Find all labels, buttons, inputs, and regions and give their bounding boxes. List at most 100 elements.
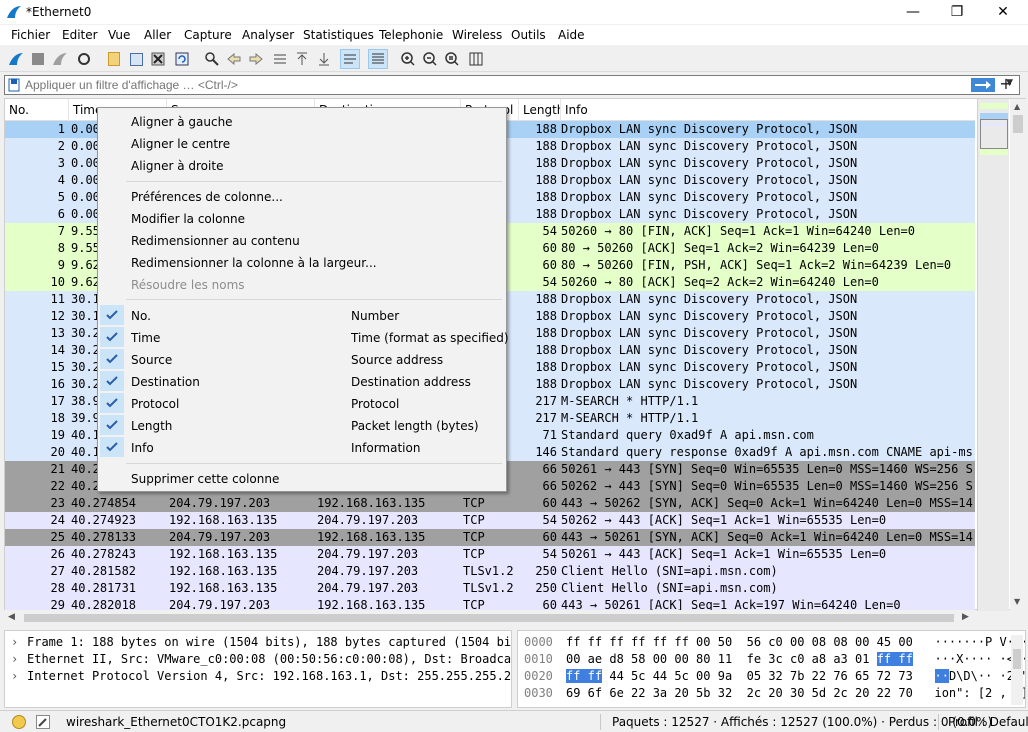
expand-arrow-icon[interactable]: › <box>11 635 27 649</box>
stop-capture-icon[interactable] <box>28 49 48 69</box>
table-row[interactable]: 26 40.278243 192.168.163.135 204.79.197.203… <box>5 546 975 563</box>
menu-resolve-names: Résoudre les noms <box>131 278 245 292</box>
menu-fichier[interactable]: Fichier <box>11 28 50 42</box>
expert-info-icon[interactable] <box>12 715 26 729</box>
menu-separator <box>126 463 502 464</box>
cell-no: 5 <box>57 190 65 204</box>
zoom-reset-icon[interactable] <box>442 49 462 69</box>
menu-column-toggle-time[interactable]: Time <box>131 331 160 345</box>
details-tree-item[interactable]: › Ethernet II, Src: VMware_c0:00:08 (00:5… <box>11 652 511 666</box>
start-capture-icon[interactable] <box>6 49 26 69</box>
bookmark-icon[interactable] <box>7 78 21 92</box>
close-file-icon[interactable] <box>148 49 168 69</box>
go-first-icon[interactable] <box>292 49 312 69</box>
reload-file-icon[interactable] <box>172 49 192 69</box>
packet-list-vertical-scrollbar[interactable]: ▲ ▼ <box>1010 99 1026 611</box>
save-file-icon[interactable] <box>126 49 146 69</box>
cell-info: 80 → 50260 [ACK] Seq=1 Ack=2 Win=64239 L… <box>561 241 879 255</box>
table-row[interactable]: 25 40.278133 204.79.197.203 192.168.163.135… <box>5 529 975 546</box>
restart-capture-icon[interactable] <box>50 49 70 69</box>
minimize-button[interactable]: — <box>890 0 936 24</box>
menu-vue[interactable]: Vue <box>108 28 130 42</box>
packet-details-pane[interactable]: › Frame 1: 188 bytes on wire (1504 bits),… <box>4 630 512 708</box>
bytes-line: 0030 69 6f 6e 22 3a 20 5b 32 2c 20 30 5d … <box>524 686 1025 700</box>
menu-align-left[interactable]: Aligner à gauche <box>131 115 233 129</box>
table-row[interactable]: 23 40.274854 204.79.197.203 192.168.163.135… <box>5 495 975 512</box>
cell-info: M-SEARCH * HTTP/1.1 <box>561 411 699 425</box>
menu-column-desc: Source address <box>351 353 444 367</box>
menu-column-toggle-info[interactable]: Info <box>131 441 154 455</box>
display-filter-input[interactable] <box>25 77 945 93</box>
cell-no: 1 <box>57 122 65 136</box>
menu-capture[interactable]: Capture <box>184 28 232 42</box>
column-header-no[interactable]: No. <box>5 99 69 121</box>
menu-outils[interactable]: Outils <box>511 28 546 42</box>
hex-bytes: 69 6f 6e 22 3a 20 5b 32 <box>566 686 733 700</box>
cell-length: 217 <box>535 394 557 408</box>
cell-info: Dropbox LAN sync Discovery Protocol, JSO… <box>561 207 858 221</box>
capture-comment-icon[interactable] <box>36 715 50 729</box>
close-button[interactable]: ✕ <box>980 0 1026 24</box>
menu-column-toggle-source[interactable]: Source <box>131 353 172 367</box>
go-forward-icon[interactable] <box>246 49 266 69</box>
capture-options-icon[interactable] <box>74 49 94 69</box>
zoom-in-icon[interactable] <box>398 49 418 69</box>
table-row[interactable]: 28 40.281731 192.168.163.135 204.79.197.203… <box>5 580 975 597</box>
ascii-bytes-highlight: ·· <box>934 669 949 683</box>
menu-analyser[interactable]: Analyser <box>242 28 294 42</box>
open-file-icon[interactable] <box>104 49 124 69</box>
check-icon <box>100 371 124 391</box>
cell-length: 60 <box>542 496 557 510</box>
menu-aide[interactable]: Aide <box>558 28 585 42</box>
menu-wireless[interactable]: Wireless <box>452 28 502 42</box>
column-header-length[interactable]: Length <box>519 99 561 121</box>
menu-column-toggle-destination[interactable]: Destination <box>131 375 200 389</box>
apply-filter-arrow-icon[interactable] <box>971 78 995 92</box>
cell-no: 18 <box>50 411 65 425</box>
menu-aller[interactable]: Aller <box>144 28 171 42</box>
packet-minimap[interactable] <box>977 99 1009 611</box>
zoom-out-icon[interactable] <box>420 49 440 69</box>
menu-column-toggle-protocol[interactable]: Protocol <box>131 397 179 411</box>
menu-column-toggle-no[interactable]: No. <box>131 309 151 323</box>
table-row[interactable]: 27 40.281582 192.168.163.135 204.79.197.203… <box>5 563 975 580</box>
add-filter-button[interactable]: + <box>996 73 1016 95</box>
packet-list-horizontal-scrollbar[interactable]: ◀ ▶ <box>4 610 974 626</box>
menu-resize-to-contents[interactable]: Redimensionner au contenu <box>131 234 300 248</box>
expand-arrow-icon[interactable]: › <box>11 669 27 683</box>
resize-columns-icon[interactable] <box>466 49 486 69</box>
menu-editer[interactable]: Editer <box>62 28 98 42</box>
table-row[interactable]: 24 40.274923 192.168.163.135 204.79.197.203… <box>5 512 975 529</box>
column-header-info[interactable]: Info <box>561 99 975 121</box>
menu-resize-column-width[interactable]: Redimensionner la colonne à la largeur..… <box>131 256 377 270</box>
menu-column-preferences[interactable]: Préférences de colonne... <box>131 190 283 204</box>
maximize-button[interactable]: ❐ <box>934 0 980 24</box>
cell-info: Standard query response 0xad9f A api.msn… <box>561 445 973 459</box>
table-row[interactable]: 29 40.282018 204.79.197.203 192.168.163.135… <box>5 597 975 611</box>
go-to-packet-icon[interactable] <box>270 49 290 69</box>
find-packet-icon[interactable] <box>202 49 222 69</box>
menu-align-center[interactable]: Aligner le centre <box>131 137 230 151</box>
details-tree-item[interactable]: › Frame 1: 188 bytes on wire (1504 bits),… <box>11 635 511 649</box>
cell-no: 7 <box>57 224 65 238</box>
menu-align-right[interactable]: Aligner à droite <box>131 159 223 173</box>
menu-statistiques[interactable]: Statistiques <box>303 28 374 42</box>
expand-arrow-icon[interactable]: › <box>11 652 27 666</box>
go-last-icon[interactable] <box>314 49 334 69</box>
cell-time: 40.281582 <box>71 564 137 578</box>
colorize-icon[interactable] <box>368 49 388 69</box>
menu-column-toggle-length[interactable]: Length <box>131 419 172 433</box>
bytes-vertical-scrollbar[interactable] <box>1011 635 1023 705</box>
check-icon <box>100 305 124 325</box>
menu-remove-column[interactable]: Supprimer cette colonne <box>131 472 279 486</box>
details-tree-item[interactable]: › Internet Protocol Version 4, Src: 192.1… <box>11 669 511 683</box>
cell-info: Dropbox LAN sync Discovery Protocol, JSO… <box>561 377 858 391</box>
menu-column-desc: Number <box>351 309 400 323</box>
cell-protocol: TCP <box>463 513 485 527</box>
menu-telephonie[interactable]: Telephonie <box>379 28 443 42</box>
menu-edit-column[interactable]: Modifier la colonne <box>131 212 245 226</box>
profile-selector[interactable]: Profil : Default <box>948 715 1028 729</box>
auto-scroll-icon[interactable] <box>340 49 360 69</box>
go-back-icon[interactable] <box>224 49 244 69</box>
packet-bytes-pane[interactable]: 0000 ff ff ff ff ff ff 00 50 56 c0 00 08 … <box>517 630 1026 708</box>
